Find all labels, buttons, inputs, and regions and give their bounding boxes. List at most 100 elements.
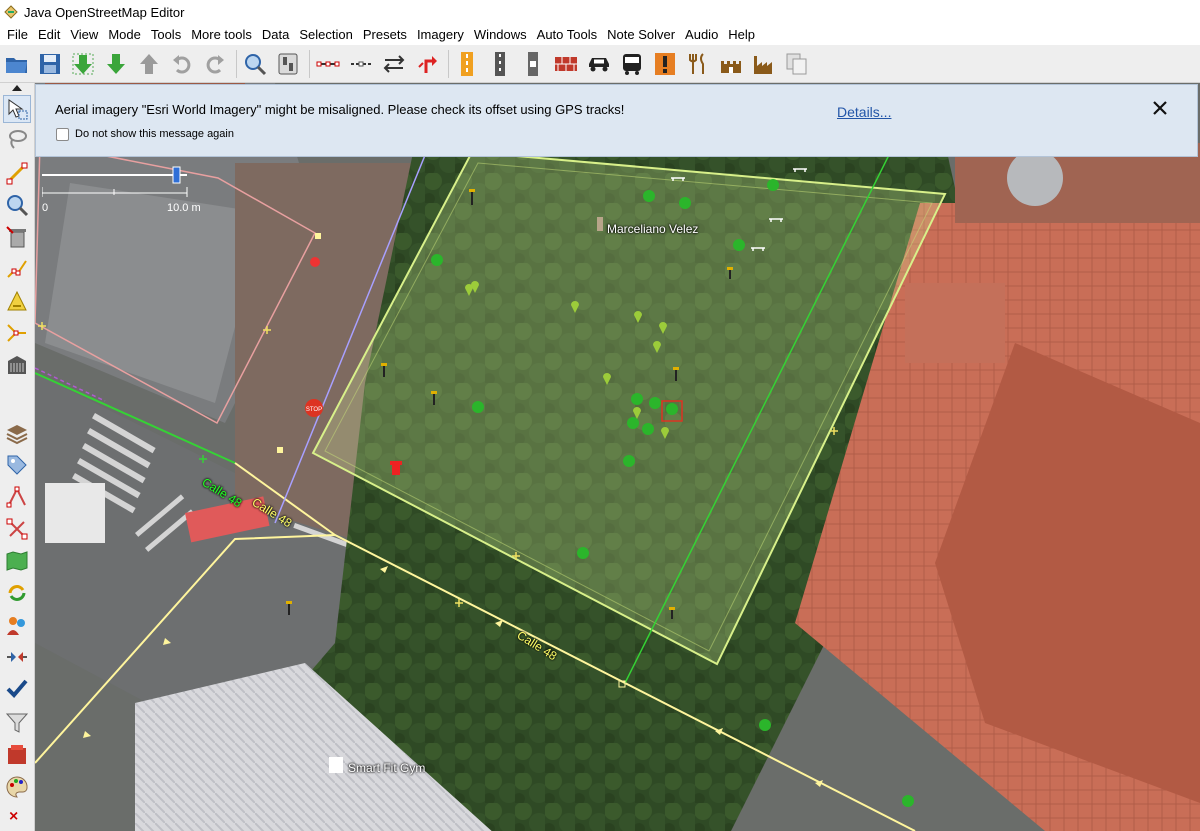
open-file-button[interactable]: [2, 49, 32, 79]
lasso-icon: [9, 130, 27, 149]
menu-data[interactable]: Data: [257, 24, 294, 45]
validator-button[interactable]: [3, 675, 31, 703]
menu-bar: File Edit View Mode Tools More tools Dat…: [0, 24, 1200, 45]
improve-way-button[interactable]: [3, 255, 31, 283]
reverse-way-button[interactable]: [379, 49, 409, 79]
relations-button[interactable]: [3, 515, 31, 543]
upload-button[interactable]: [134, 49, 164, 79]
menu-presets[interactable]: Presets: [358, 24, 412, 45]
download-along-button[interactable]: [101, 49, 131, 79]
dont-show-again-checkbox[interactable]: [56, 128, 69, 141]
map-paint-button[interactable]: [3, 547, 31, 575]
combine-way-button[interactable]: [346, 49, 376, 79]
menu-file[interactable]: File: [2, 24, 33, 45]
select-mode-button[interactable]: [3, 95, 31, 123]
scale-start-label: 0: [42, 202, 49, 214]
paint-style-button[interactable]: [3, 773, 31, 801]
authors-button[interactable]: [3, 611, 31, 639]
main-toolbar: [0, 45, 1200, 83]
menu-audio[interactable]: Audio: [680, 24, 723, 45]
scroll-up-arrow-icon[interactable]: [3, 83, 31, 93]
scale-end-label: 10.0 m: [167, 202, 201, 214]
wall-preset-button[interactable]: [551, 49, 581, 79]
turn-restriction-icon: [418, 55, 437, 73]
parallel-way-button[interactable]: [3, 287, 31, 315]
undo-icon: [173, 54, 191, 73]
building-tool-button[interactable]: [3, 351, 31, 379]
monument-label: Marceliano Velez: [607, 222, 699, 236]
industry-preset-icon: [754, 55, 772, 74]
barrier-preset-button[interactable]: [518, 49, 548, 79]
notes-button[interactable]: [3, 741, 31, 769]
redo-button[interactable]: [200, 49, 230, 79]
filter-button[interactable]: [3, 709, 31, 737]
menu-more-tools[interactable]: More tools: [186, 24, 257, 45]
extrude-icon: [7, 324, 26, 342]
palette-icon: [6, 776, 28, 798]
window-title: Java OpenStreetMap Editor: [24, 4, 185, 20]
draw-mode-button[interactable]: [3, 159, 31, 187]
close-icon[interactable]: [1151, 99, 1169, 117]
delete-mode-button[interactable]: [3, 223, 31, 251]
layers-button[interactable]: [3, 419, 31, 447]
selection-list-button[interactable]: [3, 483, 31, 511]
copy-button[interactable]: [782, 49, 812, 79]
gym-icon: [329, 757, 343, 773]
poi-marker-icon: [310, 257, 320, 267]
preferences-button[interactable]: [273, 49, 303, 79]
menu-edit[interactable]: Edit: [33, 24, 65, 45]
map-icon: [6, 551, 28, 571]
warning-message: Aerial imagery "Esri World Imagery" migh…: [55, 102, 625, 117]
details-link[interactable]: Details...: [837, 104, 891, 120]
zoom-mode-button[interactable]: [3, 191, 31, 219]
restaurant-preset-button[interactable]: [683, 49, 713, 79]
undo-button[interactable]: [167, 49, 197, 79]
split-way-button[interactable]: [313, 49, 343, 79]
merge-button[interactable]: [3, 643, 31, 671]
menu-selection[interactable]: Selection: [294, 24, 357, 45]
gym-label: Smart Fit Gym: [348, 761, 426, 775]
lasso-mode-button[interactable]: [3, 125, 31, 153]
menu-auto-tools[interactable]: Auto Tools: [532, 24, 602, 45]
extrude-button[interactable]: [3, 319, 31, 347]
overflow-icon[interactable]: [3, 805, 31, 825]
menu-mode[interactable]: Mode: [103, 24, 146, 45]
split-way-icon: [316, 61, 340, 66]
turn-restriction-button[interactable]: [412, 49, 442, 79]
industry-preset-button[interactable]: [749, 49, 779, 79]
zoom-icon: [245, 53, 267, 75]
menu-help[interactable]: Help: [723, 24, 760, 45]
menu-tools[interactable]: Tools: [146, 24, 186, 45]
filter-icon: [5, 713, 29, 733]
preferences-icon: [278, 53, 298, 74]
menu-note-solver[interactable]: Note Solver: [602, 24, 680, 45]
menu-imagery[interactable]: Imagery: [412, 24, 469, 45]
download-icon: [72, 53, 94, 74]
redo-icon: [206, 54, 224, 73]
map-view[interactable]: STOP Marceliano Velez Calle 48 Calle 48 …: [35, 83, 1200, 831]
dont-show-again-label: Do not show this message again: [75, 128, 234, 140]
stop-sign-icon: STOP: [305, 399, 323, 417]
tag-icon: [7, 455, 27, 475]
car-preset-button[interactable]: [584, 49, 614, 79]
menu-view[interactable]: View: [65, 24, 103, 45]
parallel-icon: [7, 290, 27, 311]
tags-button[interactable]: [3, 451, 31, 479]
download-button[interactable]: [68, 49, 98, 79]
merge-icon: [7, 652, 27, 662]
bus-preset-button[interactable]: [617, 49, 647, 79]
castle-preset-icon: [721, 60, 741, 73]
road-preset-button[interactable]: [452, 49, 482, 79]
track-preset-button[interactable]: [485, 49, 515, 79]
scale-ruler: [41, 166, 188, 197]
castle-preset-button[interactable]: [716, 49, 746, 79]
save-button[interactable]: [35, 49, 65, 79]
zoom-mode-icon: [7, 195, 29, 217]
aerial-imagery[interactable]: STOP: [35, 83, 1200, 831]
monument-icon: [597, 217, 603, 231]
zoom-button[interactable]: [240, 49, 270, 79]
warning-preset-button[interactable]: [650, 49, 680, 79]
conflation-button[interactable]: [3, 579, 31, 607]
menu-windows[interactable]: Windows: [469, 24, 532, 45]
relation-icon: [6, 518, 28, 540]
